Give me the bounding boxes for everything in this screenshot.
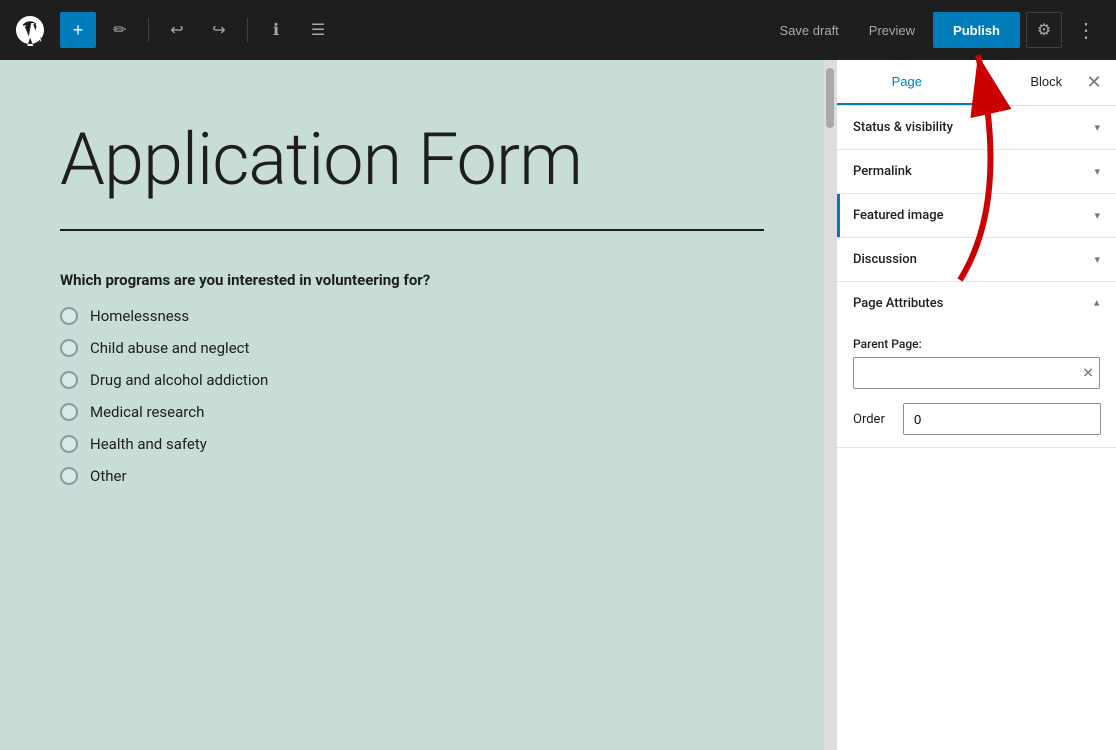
section-status-visibility-header[interactable]: Status & visibility ▾ — [837, 106, 1116, 149]
scrollbar[interactable] — [824, 60, 836, 750]
list-view-button[interactable]: ☰ — [300, 12, 336, 48]
editor-area[interactable]: Application Form Which programs are you … — [0, 60, 824, 750]
add-block-button[interactable]: + — [60, 12, 96, 48]
radio-circle-2 — [60, 339, 78, 357]
option-5-label: Health and safety — [90, 435, 207, 453]
order-row: Order — [853, 403, 1100, 435]
main-area: Application Form Which programs are you … — [0, 60, 1116, 750]
section-featured-image-header[interactable]: Featured image ▾ — [837, 194, 1116, 237]
editor-canvas: Application Form Which programs are you … — [0, 60, 824, 750]
parent-page-clear-button[interactable]: ✕ — [1082, 365, 1094, 382]
radio-list: Homelessness Child abuse and neglect Dru… — [60, 307, 764, 485]
list-item: Child abuse and neglect — [60, 339, 764, 357]
parent-page-input[interactable] — [853, 357, 1100, 389]
divider — [60, 229, 764, 231]
sidebar-tabs: Page Block ✕ — [837, 60, 1116, 106]
section-discussion: Discussion ▾ — [837, 238, 1116, 282]
radio-circle-4 — [60, 403, 78, 421]
option-4-label: Medical research — [90, 403, 204, 421]
parent-page-label: Parent Page: — [853, 337, 1100, 351]
list-item: Drug and alcohol addiction — [60, 371, 764, 389]
section-status-label: Status & visibility — [853, 120, 953, 135]
list-item: Other — [60, 467, 764, 485]
preview-button[interactable]: Preview — [857, 17, 927, 44]
radio-circle-1 — [60, 307, 78, 325]
option-3-label: Drug and alcohol addiction — [90, 371, 268, 389]
settings-button[interactable]: ⚙ — [1026, 12, 1062, 48]
section-featured-image: Featured image ▾ — [837, 194, 1116, 238]
redo-button[interactable]: ↪ — [201, 12, 237, 48]
scrollbar-thumb[interactable] — [826, 68, 834, 128]
undo-button[interactable]: ↩ — [159, 12, 195, 48]
section-permalink-label: Permalink — [853, 164, 912, 179]
option-2-label: Child abuse and neglect — [90, 339, 249, 357]
separator-2 — [247, 18, 248, 42]
section-page-attributes-header[interactable]: Page Attributes ▾ — [837, 282, 1116, 325]
option-1-label: Homelessness — [90, 307, 189, 325]
info-button[interactable]: ℹ — [258, 12, 294, 48]
edit-icon-button[interactable]: ✏ — [102, 12, 138, 48]
chevron-discussion-icon: ▾ — [1094, 253, 1100, 266]
chevron-permalink-icon: ▾ — [1094, 165, 1100, 178]
section-featured-image-label: Featured image — [853, 208, 944, 223]
sidebar-close-button[interactable]: ✕ — [1080, 69, 1108, 97]
option-6-label: Other — [90, 467, 127, 485]
save-draft-button[interactable]: Save draft — [768, 17, 851, 44]
publish-button[interactable]: Publish — [933, 12, 1020, 48]
radio-circle-6 — [60, 467, 78, 485]
list-item: Medical research — [60, 403, 764, 421]
section-permalink-header[interactable]: Permalink ▾ — [837, 150, 1116, 193]
section-discussion-header[interactable]: Discussion ▾ — [837, 238, 1116, 281]
section-status-visibility: Status & visibility ▾ — [837, 106, 1116, 150]
wordpress-logo — [12, 12, 48, 48]
question-label: Which programs are you interested in vol… — [60, 271, 764, 289]
order-input[interactable] — [903, 403, 1101, 435]
separator-1 — [148, 18, 149, 42]
page-title: Application Form — [60, 120, 764, 199]
toolbar: + ✏ ↩ ↪ ℹ ☰ Save draft Preview Publish ⚙… — [0, 0, 1116, 60]
list-item: Homelessness — [60, 307, 764, 325]
radio-circle-3 — [60, 371, 78, 389]
sidebar: Page Block ✕ Status & visibility ▾ Perma… — [836, 60, 1116, 750]
more-options-button[interactable]: ⋮ — [1068, 12, 1104, 48]
list-item: Health and safety — [60, 435, 764, 453]
section-page-attributes-label: Page Attributes — [853, 296, 943, 311]
section-permalink: Permalink ▾ — [837, 150, 1116, 194]
chevron-featured-icon: ▾ — [1094, 209, 1100, 222]
page-attributes-content: Parent Page: ✕ Order — [837, 325, 1116, 447]
parent-page-wrapper: ✕ — [853, 357, 1100, 389]
section-page-attributes: Page Attributes ▾ Parent Page: ✕ Order — [837, 282, 1116, 448]
chevron-page-attributes-icon: ▾ — [1094, 297, 1100, 310]
section-discussion-label: Discussion — [853, 252, 917, 267]
tab-page[interactable]: Page — [837, 60, 977, 105]
radio-circle-5 — [60, 435, 78, 453]
chevron-status-icon: ▾ — [1094, 121, 1100, 134]
order-label: Order — [853, 412, 893, 427]
